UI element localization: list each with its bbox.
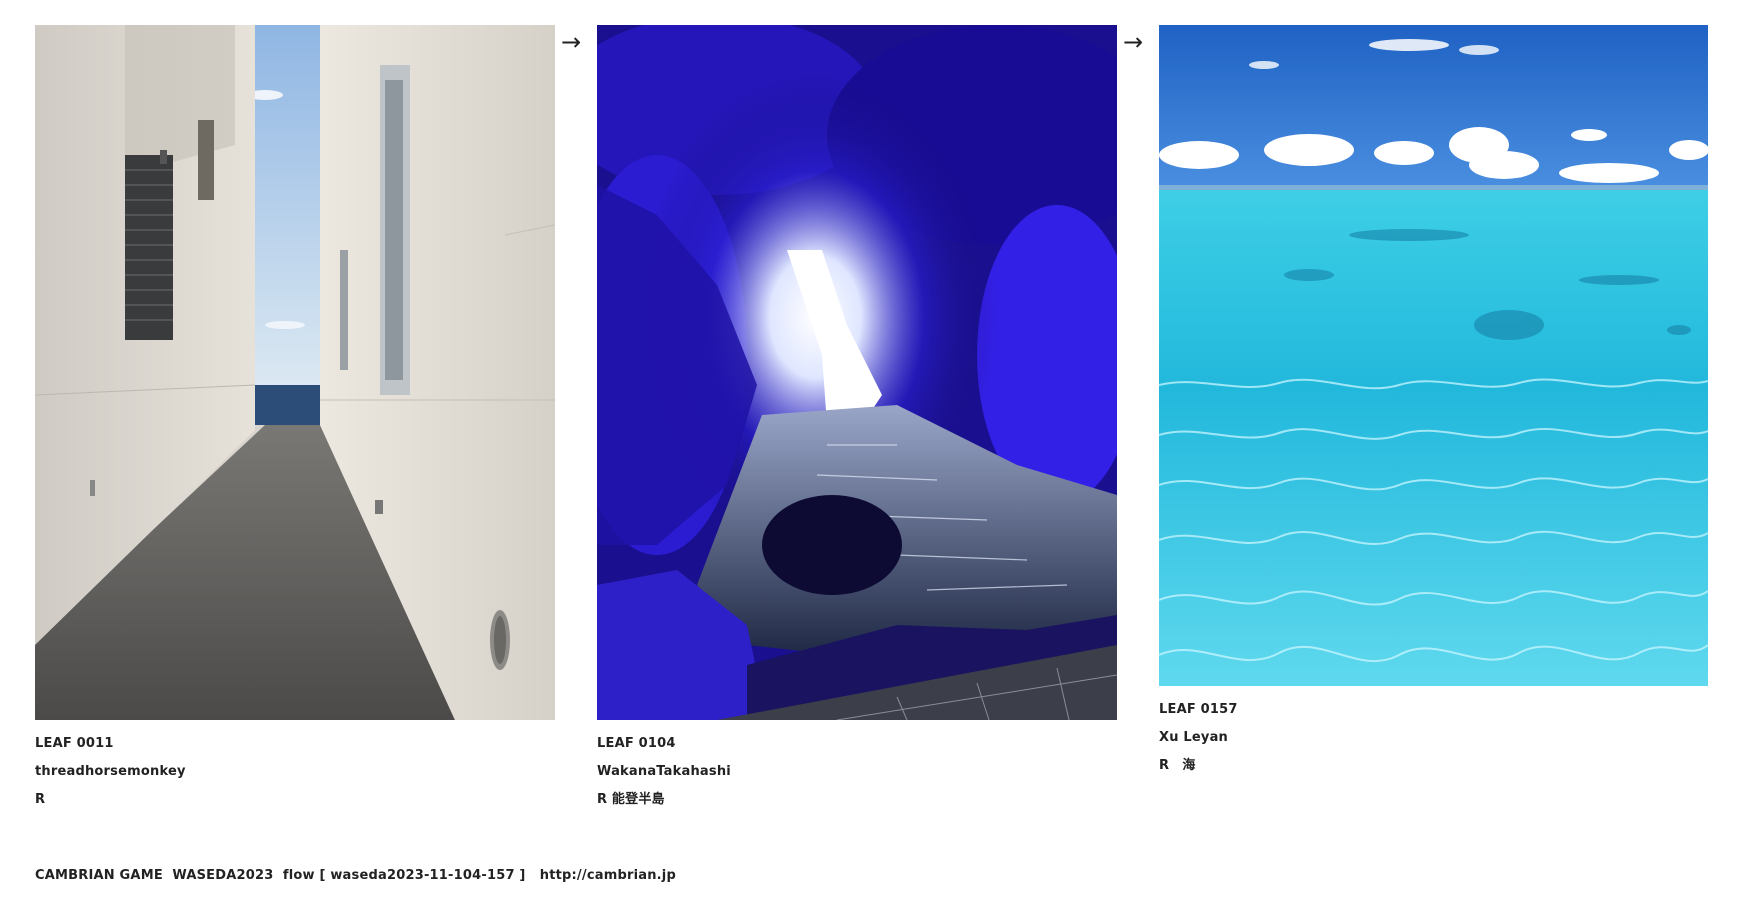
flow-arrow-icon: → [1123, 28, 1144, 56]
leaf-caption: R [35, 792, 46, 807]
leaf-photo-turquoise-sea[interactable] [1159, 25, 1708, 686]
leaf-caption: R 能登半島 [597, 792, 665, 807]
leaf-id: LEAF 0104 [597, 736, 676, 751]
leaf-id: LEAF 0157 [1159, 702, 1238, 717]
flow-arrow-icon: → [561, 28, 582, 56]
leaf-author[interactable]: threadhorsemonkey [35, 758, 555, 786]
footer-credit[interactable]: CAMBRIAN GAME WASEDA2023 flow [ waseda20… [35, 868, 676, 883]
leaf-author[interactable]: Xu Leyan [1159, 724, 1708, 752]
leaf-card-0011[interactable]: LEAF 0011 threadhorsemonkey R [35, 25, 555, 814]
leaf-card-0104[interactable]: LEAF 0104 WakanaTakahashi R 能登半島 [597, 25, 1117, 814]
leaf-photo-passage[interactable] [35, 25, 555, 720]
leaf-id: LEAF 0011 [35, 736, 114, 751]
leaf-photo-blue-cave[interactable] [597, 25, 1117, 720]
leaf-author[interactable]: WakanaTakahashi [597, 758, 1117, 786]
leaf-card-0157[interactable]: LEAF 0157 Xu Leyan R 海 [1159, 25, 1708, 780]
leaf-caption: R 海 [1159, 758, 1196, 773]
